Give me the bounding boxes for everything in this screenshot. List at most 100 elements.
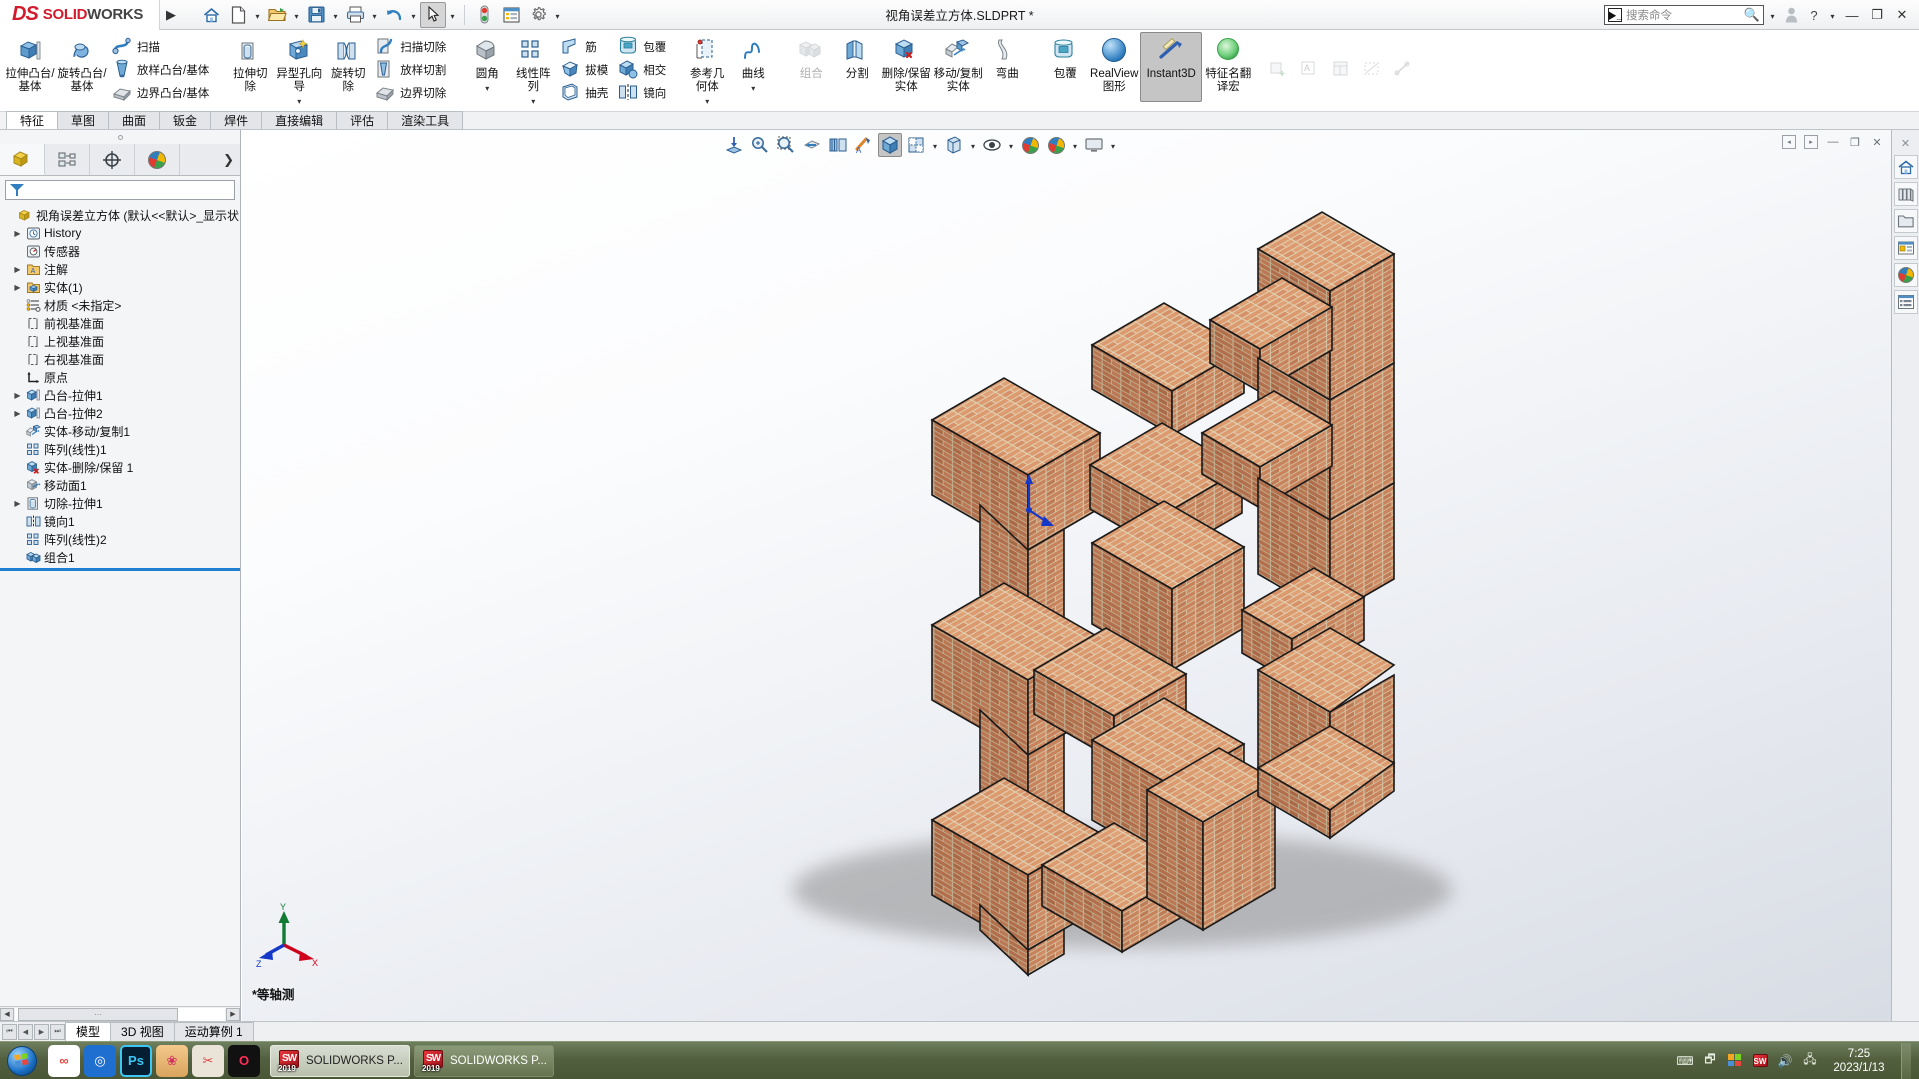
tree-item[interactable]: 阵列(线性)1 — [0, 440, 240, 458]
scroll-right-button[interactable]: ▶ — [226, 1007, 240, 1021]
print-caret-icon[interactable]: ▾ — [369, 2, 380, 28]
revolve-cut-button[interactable]: 旋转切除 — [325, 32, 371, 102]
tree-item[interactable]: 镜向1 — [0, 512, 240, 530]
restore-right-icon[interactable]: ▸ — [1801, 132, 1821, 152]
tree-expand-arrow-icon[interactable]: ▶ — [12, 265, 23, 274]
next-tab-button[interactable]: ▶ — [34, 1023, 49, 1040]
display-style-icon[interactable]: A — [852, 133, 876, 157]
tree-item[interactable]: 右视基准面 — [0, 350, 240, 368]
instant3d-button[interactable]: Instant3D — [1140, 32, 1203, 102]
scene-caret-icon[interactable]: ▾ — [1070, 133, 1080, 157]
tree-item[interactable]: ▶ A 注解 — [0, 260, 240, 278]
network-icon[interactable]: 🖧 — [1801, 1052, 1819, 1070]
tree-horizontal-scrollbar[interactable]: ◀ ⋯ ▶ — [0, 1006, 240, 1021]
tree-expand-arrow-icon[interactable]: ▶ — [12, 391, 23, 400]
bottom-tab-motion-study[interactable]: 运动算例 1 — [173, 1022, 254, 1041]
combine-button[interactable]: 组合 — [788, 32, 834, 102]
tree-item[interactable]: 上视基准面 — [0, 332, 240, 350]
reference-geometry-caret-icon[interactable]: ▾ — [705, 97, 709, 106]
doc-restore-icon[interactable]: ❐ — [1845, 132, 1865, 152]
scroll-left-button[interactable]: ◀ — [0, 1007, 14, 1021]
first-tab-button[interactable]: ⏮ — [2, 1023, 17, 1040]
bottom-tab-3dviews[interactable]: 3D 视图 — [110, 1022, 175, 1041]
solidworks-tray-icon[interactable]: SW — [1751, 1052, 1769, 1070]
restore-button[interactable]: ❐ — [1866, 2, 1888, 28]
hide-show-caret-icon[interactable]: ▾ — [930, 133, 940, 157]
fillet-caret-icon[interactable]: ▾ — [485, 84, 489, 93]
split-button[interactable]: 分割 — [834, 32, 880, 102]
delete-keep-body-button[interactable]: 删除/保留实体 — [880, 32, 932, 102]
snipping-tool-icon[interactable]: ✂ — [192, 1044, 224, 1077]
model-3d-render[interactable] — [242, 130, 1891, 1021]
tree-item[interactable]: 材质 <未指定> — [0, 296, 240, 314]
scroll-thumb[interactable]: ⋯ — [18, 1007, 178, 1021]
tray-expand-icon[interactable]: 🗗 — [1701, 1052, 1719, 1070]
swept-cut-button[interactable]: 扫描切除 — [371, 35, 452, 58]
flex-button[interactable]: 弯曲 — [984, 32, 1030, 102]
print-icon[interactable] — [342, 2, 368, 28]
apply-scene-caret-icon[interactable]: ▾ — [1006, 133, 1016, 157]
prev-tab-button[interactable]: ◀ — [18, 1023, 33, 1040]
camera-lens-icon[interactable]: ◎ — [84, 1044, 116, 1077]
minimize-button[interactable]: — — [1841, 2, 1863, 28]
undo-caret-icon[interactable]: ▾ — [408, 2, 419, 28]
taskbar-item-solidworks-1[interactable]: SW 2019 SOLIDWORKS P... — [270, 1044, 410, 1077]
tree-filter-input[interactable] — [5, 180, 235, 200]
edit-appearance-icon[interactable] — [942, 133, 966, 157]
new-document-caret-icon[interactable]: ▾ — [252, 2, 263, 28]
view-settings-icon[interactable] — [1018, 133, 1042, 157]
tab-weldments[interactable]: 焊件 — [210, 111, 263, 129]
settings-caret-icon[interactable]: ▾ — [552, 2, 563, 28]
lofted-cut-button[interactable]: 放样切割 — [371, 58, 452, 81]
area-hatch-icon[interactable] — [1359, 59, 1390, 82]
property-manager-tab[interactable] — [45, 144, 90, 175]
tree-expand-arrow-icon[interactable]: ▶ — [12, 499, 23, 508]
save-caret-icon[interactable]: ▾ — [330, 2, 341, 28]
tab-sketch[interactable]: 草图 — [57, 111, 110, 129]
impossible-brick-cube-svg[interactable] — [242, 130, 1891, 1021]
scene-icon[interactable] — [1044, 133, 1068, 157]
undo-icon[interactable] — [381, 2, 407, 28]
tab-evaluate[interactable]: 评估 — [336, 111, 389, 129]
close-button[interactable]: ✕ — [1891, 2, 1913, 28]
view-palette-icon[interactable] — [1893, 236, 1918, 260]
keyboard-ime-icon[interactable]: ⌨ — [1676, 1052, 1694, 1070]
hole-wizard-caret-icon[interactable]: ▾ — [297, 97, 301, 106]
view-orientation-icon[interactable] — [826, 133, 850, 157]
wrap2-button[interactable]: 包覆 — [1042, 32, 1088, 102]
doc-minimize-icon[interactable]: — — [1823, 132, 1843, 152]
viewport-layout-icon[interactable] — [1082, 133, 1106, 157]
configuration-manager-tab[interactable] — [90, 144, 135, 175]
viewport-layout-caret-icon[interactable]: ▾ — [1108, 133, 1118, 157]
sweep-button[interactable]: 扫描 — [108, 35, 215, 58]
zoom-to-area-icon[interactable] — [748, 133, 772, 157]
help-button[interactable]: ? — [1804, 3, 1824, 27]
search-caret-icon[interactable]: ▾ — [1767, 2, 1778, 28]
appearances-scenes-icon[interactable] — [1893, 263, 1918, 287]
graphics-viewport[interactable]: A ▾ ▾ ▾ ▾ ▾ ◂ ▸ — ❐ ✕ Y X Z *等轴测 — [242, 130, 1891, 1021]
tab-sheetmetal[interactable]: 钣金 — [159, 111, 212, 129]
photo-viewer-icon[interactable]: ❀ — [156, 1044, 188, 1077]
hide-show-items-icon[interactable] — [904, 133, 928, 157]
okular-icon[interactable]: O — [228, 1044, 260, 1077]
tree-expand-arrow-icon[interactable]: ▶ — [12, 283, 23, 292]
menu-expand-arrow-icon[interactable]: ▶ — [166, 7, 176, 23]
tree-item[interactable]: ▶ 实体(1) — [0, 278, 240, 296]
section-view-icon[interactable] — [800, 133, 824, 157]
home-icon[interactable] — [198, 2, 224, 28]
draft-button[interactable]: 拔模 — [556, 58, 614, 81]
tab-surfaces[interactable]: 曲面 — [108, 111, 161, 129]
tab-direct-editing[interactable]: 直接编辑 — [261, 111, 338, 129]
hole-wizard-button[interactable]: 异型孔向导 ▾ — [273, 32, 325, 107]
solidworks-logo[interactable]: DS SOLIDWORKS — [0, 0, 160, 30]
wrap-button[interactable]: 包覆 — [614, 35, 672, 58]
tree-item[interactable]: ▶ 切除-拉伸1 — [0, 494, 240, 512]
mirror-button[interactable]: 镜向 — [614, 81, 672, 104]
tree-expand-arrow-icon[interactable]: ▶ — [12, 229, 23, 238]
insert-component-icon[interactable] — [1266, 59, 1297, 82]
tree-rollback-bar[interactable] — [0, 568, 240, 571]
edit-appearance-caret-icon[interactable]: ▾ — [968, 133, 978, 157]
bottom-tab-model[interactable]: 模型 — [65, 1022, 112, 1041]
curves-button[interactable]: 曲线 ▾ — [730, 32, 776, 102]
zoom-to-fit-icon[interactable] — [722, 133, 746, 157]
